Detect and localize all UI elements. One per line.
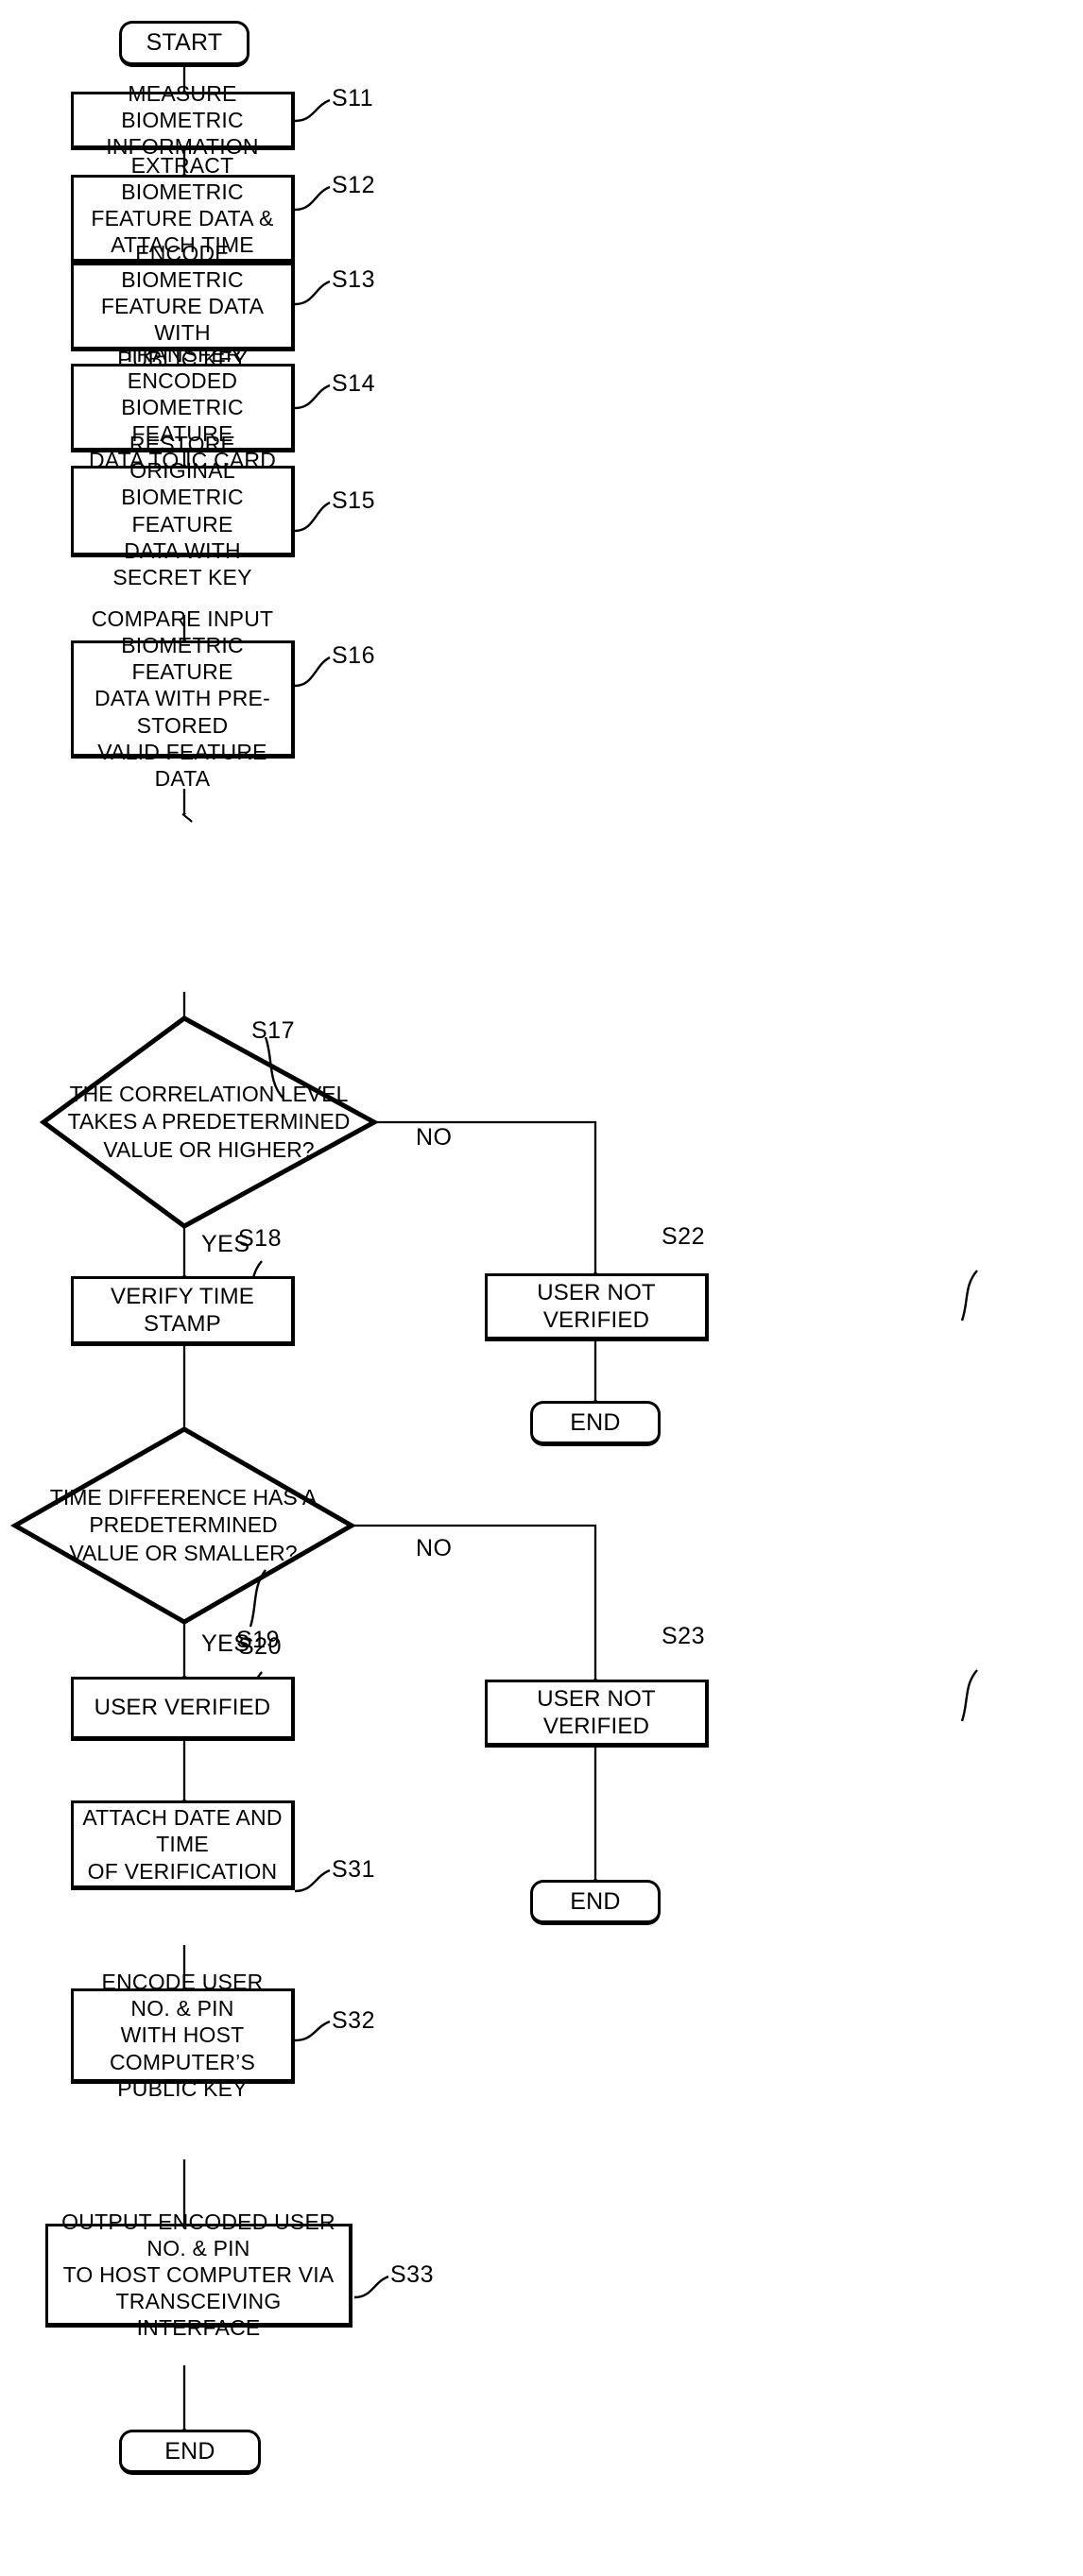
node-s11[interactable]: MEASURE BIOMETRIC INFORMATION — [71, 81, 295, 159]
node-s18[interactable]: VERIFY TIME STAMP — [71, 1276, 295, 1346]
node-s32[interactable]: ENCODE USER NO. & PIN WITH HOST COMPUTER… — [71, 1970, 295, 2101]
leader-s12 — [294, 185, 331, 212]
leader-s32 — [294, 2020, 331, 2042]
node-s31[interactable]: ATTACH DATE AND TIME OF VERIFICATION — [71, 1800, 295, 1890]
node-s33-label: OUTPUT ENCODED USER NO. & PIN TO HOST CO… — [61, 2209, 335, 2341]
steptag-s14: S14 — [332, 370, 375, 397]
steptag-s18: S18 — [238, 1225, 282, 1252]
node-end-s23-label: END — [570, 1887, 621, 1915]
steptag-s11: S11 — [332, 85, 374, 111]
leader-s33 — [353, 2275, 389, 2299]
node-s16-label: COMPARE INPUT BIOMETRIC FEATURE DATA WIT… — [91, 606, 274, 791]
node-s17[interactable]: THE CORRELATION LEVEL TAKES A PREDETERMI… — [43, 1018, 374, 1226]
node-start[interactable]: START — [119, 21, 249, 67]
node-s20[interactable]: USER VERIFIED — [71, 1677, 295, 1741]
leader-s16 — [294, 656, 331, 688]
steptag-s15: S15 — [332, 487, 375, 514]
flowchart-sheet: START MEASURE BIOMETRIC INFORMATION S11 … — [0, 0, 1083, 2576]
node-s19-label: TIME DIFFERENCE HAS A PREDETERMINED VALU… — [49, 1484, 318, 1565]
node-s23-label: USER NOT VERIFIED — [537, 1685, 656, 1739]
node-s15[interactable]: RESTORE ORIGINAL BIOMETRIC FEATURE DATA … — [71, 432, 295, 589]
leader-s23 — [960, 1669, 978, 1722]
node-s17-label: THE CORRELATION LEVEL TAKES A PREDETERMI… — [67, 1081, 351, 1162]
node-s22-label: USER NOT VERIFIED — [537, 1279, 656, 1333]
steptag-s20: S20 — [238, 1633, 282, 1660]
leader-s13 — [294, 280, 331, 306]
steptag-s22: S22 — [662, 1223, 705, 1250]
leader-s31 — [294, 1868, 331, 1893]
node-end-main-label: END — [164, 2437, 215, 2465]
edge-s17-no — [374, 1120, 595, 1273]
steptag-s12: S12 — [332, 172, 375, 198]
steptag-s17: S17 — [251, 1017, 295, 1044]
leader-s14 — [294, 384, 331, 410]
steptag-s13: S13 — [332, 266, 375, 293]
steptag-s32: S32 — [332, 2007, 375, 2034]
node-s19[interactable]: TIME DIFFERENCE HAS A PREDETERMINED VALU… — [15, 1429, 352, 1622]
leader-s11 — [294, 98, 331, 123]
steptag-s31: S31 — [332, 1856, 375, 1883]
branch-s19-no: NO — [416, 1535, 453, 1561]
steptag-s33: S33 — [390, 2261, 434, 2288]
steptag-s16: S16 — [332, 642, 375, 669]
node-s20-label: USER VERIFIED — [94, 1695, 271, 1721]
node-s11-label: MEASURE BIOMETRIC INFORMATION — [106, 80, 259, 160]
node-end-s22-label: END — [570, 1408, 621, 1436]
node-s32-label: ENCODE USER NO. & PIN WITH HOST COMPUTER… — [101, 1970, 264, 2101]
node-end-s22[interactable]: END — [530, 1401, 661, 1446]
branch-s17-no: NO — [416, 1124, 453, 1151]
node-s33[interactable]: OUTPUT ENCODED USER NO. & PIN TO HOST CO… — [45, 2209, 352, 2340]
leader-s22 — [960, 1270, 978, 1322]
edge-s19-no — [352, 1524, 595, 1680]
node-s16[interactable]: COMPARE INPUT BIOMETRIC FEATURE DATA WIT… — [71, 606, 295, 791]
node-s23[interactable]: USER NOT VERIFIED — [485, 1680, 709, 1748]
node-s13[interactable]: ENCODE BIOMETRIC FEATURE DATA WITH PUBLI… — [71, 241, 295, 371]
node-s31-label: ATTACH DATE AND TIME OF VERIFICATION — [82, 1805, 283, 1884]
steptag-s23: S23 — [662, 1623, 705, 1649]
leader-s15 — [294, 501, 331, 533]
node-s22[interactable]: USER NOT VERIFIED — [485, 1273, 709, 1341]
node-end-s23[interactable]: END — [530, 1880, 661, 1925]
node-end-main[interactable]: END — [119, 2430, 261, 2475]
node-start-label: START — [146, 29, 223, 57]
node-s15-label: RESTORE ORIGINAL BIOMETRIC FEATURE DATA … — [112, 432, 252, 589]
node-s18-label: VERIFY TIME STAMP — [110, 1283, 254, 1337]
